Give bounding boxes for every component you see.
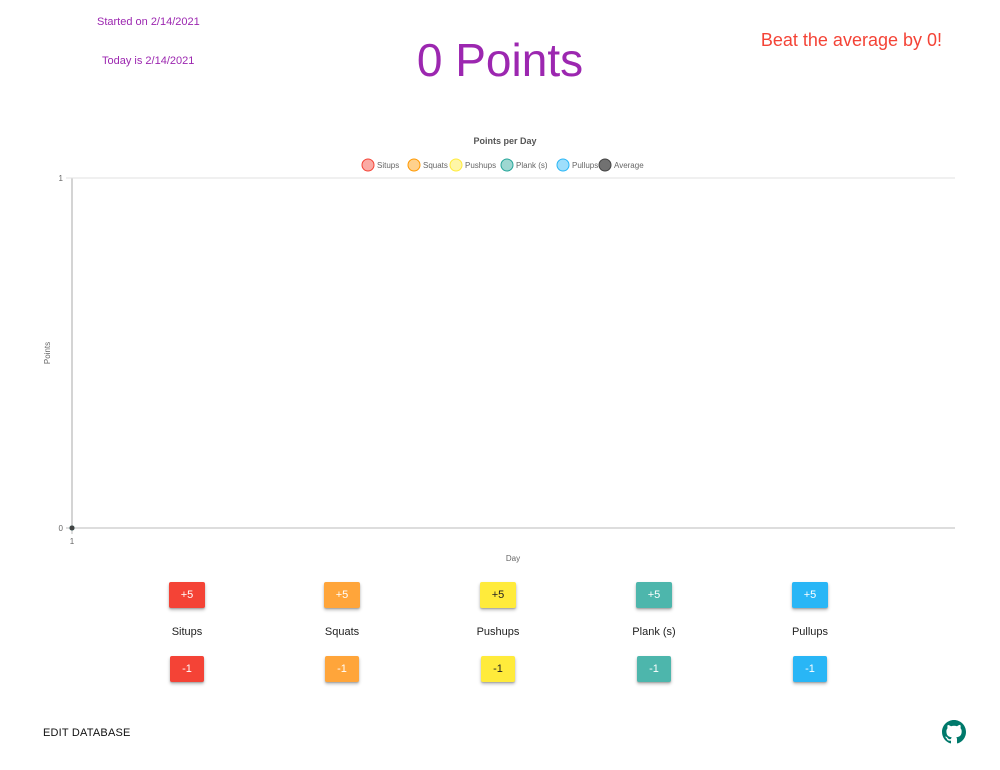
y-axis-label: Points — [43, 342, 52, 364]
data-points — [69, 525, 75, 531]
legend-item-plank-s[interactable]: Plank (s) — [500, 158, 548, 172]
legend-swatch — [449, 158, 463, 172]
legend-item-squats[interactable]: Squats — [407, 158, 448, 172]
legend-item-pushups[interactable]: Pushups — [449, 158, 496, 172]
legend-item-situps[interactable]: Situps — [361, 158, 399, 172]
legend-label: Pushups — [465, 161, 496, 170]
legend-item-average[interactable]: Average — [598, 158, 644, 172]
x-axis-label: Day — [506, 554, 520, 563]
legend-label: Plank (s) — [516, 161, 548, 170]
pushups-label: Pushups — [476, 626, 520, 638]
add-pullups-button[interactable]: +5 — [792, 582, 828, 608]
subtract-pullups-button[interactable]: -1 — [793, 656, 827, 682]
data-point-average — [69, 525, 75, 531]
legend-label: Situps — [377, 161, 399, 170]
add-squats-button[interactable]: +5 — [324, 582, 360, 608]
legend-swatch — [407, 158, 421, 172]
exercise-pullups: +5 Pullups -1 — [750, 582, 870, 682]
exercise-squats: +5 Squats -1 — [282, 582, 402, 682]
x-tick-label-1: 1 — [70, 537, 75, 546]
legend-swatch — [556, 158, 570, 172]
beat-average-message: Beat the average by 0! — [760, 30, 942, 50]
chart-legend: Situps Squats Pushups Plank (s) Pullups Avera… — [361, 158, 644, 172]
squats-label: Squats — [324, 626, 360, 638]
legend-swatch — [598, 158, 612, 172]
github-icon[interactable] — [942, 720, 966, 744]
y-tick-label-0: 0 — [59, 524, 64, 533]
legend-swatch — [361, 158, 375, 172]
points-per-day-chart: Points per Day Situps Squats Pushups Plank … — [43, 136, 955, 563]
add-plank-s-button[interactable]: +5 — [636, 582, 672, 608]
exercise-situps: +5 Situps -1 — [127, 582, 247, 682]
started-date: Started on 2/14/2021 — [97, 16, 200, 28]
plank-s-label: Plank (s) — [632, 626, 676, 638]
subtract-pushups-button[interactable]: -1 — [481, 656, 515, 682]
legend-label: Average — [614, 161, 644, 170]
add-pushups-button[interactable]: +5 — [480, 582, 516, 608]
pullups-label: Pullups — [791, 626, 829, 638]
y-tick-label-1: 1 — [59, 174, 64, 183]
legend-label: Pullups — [572, 161, 598, 170]
situps-label: Situps — [171, 626, 203, 638]
chart-title: Points per Day — [473, 136, 536, 146]
subtract-plank-s-button[interactable]: -1 — [637, 656, 671, 682]
add-situps-button[interactable]: +5 — [169, 582, 205, 608]
exercise-pushups: +5 Pushups -1 — [438, 582, 558, 682]
subtract-situps-button[interactable]: -1 — [170, 656, 204, 682]
legend-label: Squats — [423, 161, 448, 170]
legend-swatch — [500, 158, 514, 172]
legend-item-pullups[interactable]: Pullups — [556, 158, 598, 172]
exercise-plank-s: +5 Plank (s) -1 — [594, 582, 714, 682]
edit-database-link[interactable]: EDIT DATABASE — [43, 727, 131, 739]
subtract-squats-button[interactable]: -1 — [325, 656, 359, 682]
